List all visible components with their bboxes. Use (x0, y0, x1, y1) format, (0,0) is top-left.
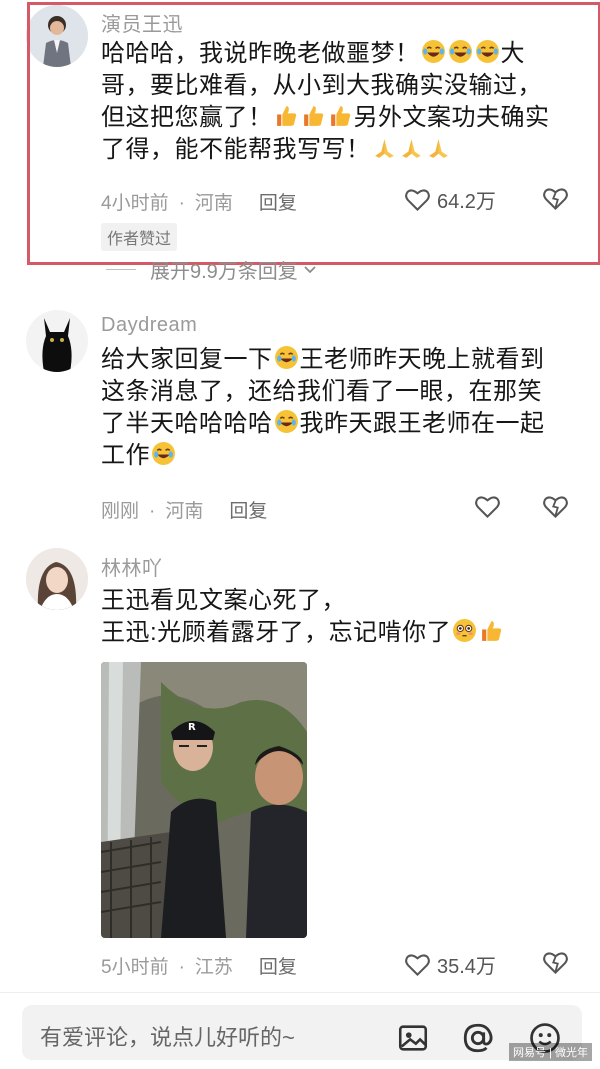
comment-2: Daydream 给大家回复一下 王老师昨天晚上就看到 这条消息了，还给我们看了一… (0, 300, 600, 530)
divider (106, 269, 136, 270)
comment-text: 给大家回复一下 王老师昨天晚上就看到 这条消息了，还给我们看了一眼，在那笑 了半天… (101, 346, 545, 469)
comment-meta: 刚刚 · 河南 回复 (101, 496, 267, 523)
chevron-down-icon (304, 265, 316, 273)
image-icon[interactable] (396, 1021, 430, 1055)
watermark: 网易号 | 微光年 (509, 1043, 592, 1061)
heart-icon (405, 954, 430, 977)
comment-input[interactable]: 有爱评论，说点儿好听的~ (22, 1005, 582, 1060)
reply-button[interactable]: 回复 (229, 496, 267, 523)
comment-input-bar: 有爱评论，说点儿好听的~ 网易号 | 微光年 (0, 992, 600, 1069)
comment-meta: 5小时前 · 江苏 回复 (101, 952, 297, 979)
like-count: 35.4万 (437, 956, 496, 978)
timestamp: 刚刚 (101, 501, 140, 522)
tears-of-joy-emoji-icon (152, 442, 175, 465)
input-placeholder: 有爱评论，说点儿好听的~ (40, 1025, 295, 1050)
comment-photo[interactable]: R (101, 662, 307, 938)
username[interactable]: Daydream (101, 314, 197, 337)
at-icon[interactable] (461, 1021, 495, 1055)
location: 河南 (165, 501, 204, 522)
comment-text: 王迅看见文案心死了， 王迅:光顾着露牙了，忘记啃你了 (101, 585, 571, 649)
username[interactable]: 林林吖 (101, 552, 163, 581)
dislike-icon[interactable] (542, 494, 569, 519)
dislike-icon[interactable] (542, 950, 569, 975)
timestamp: 5小时前 (101, 957, 169, 978)
avatar[interactable] (26, 310, 88, 372)
svg-text:R: R (188, 722, 196, 733)
tears-of-joy-emoji-icon (274, 346, 298, 369)
tears-of-joy-emoji-icon (274, 410, 298, 433)
flushed-emoji-icon (453, 619, 477, 642)
avatar[interactable] (26, 548, 88, 610)
highlight-frame (27, 2, 600, 265)
comment-1: 演员王迅 哈哈哈，我说昨晚老做噩梦！大 哥，要比难看，从小到大我确实没输过， 但… (0, 0, 600, 265)
like-button[interactable]: 35.4万 (404, 950, 496, 979)
location: 江苏 (194, 957, 233, 978)
expand-replies-button[interactable]: 展开9.9万条回复 (106, 255, 319, 284)
heart-icon[interactable] (474, 494, 501, 519)
reply-button[interactable]: 回复 (259, 952, 297, 979)
thumbs-up-emoji-icon (482, 621, 502, 641)
